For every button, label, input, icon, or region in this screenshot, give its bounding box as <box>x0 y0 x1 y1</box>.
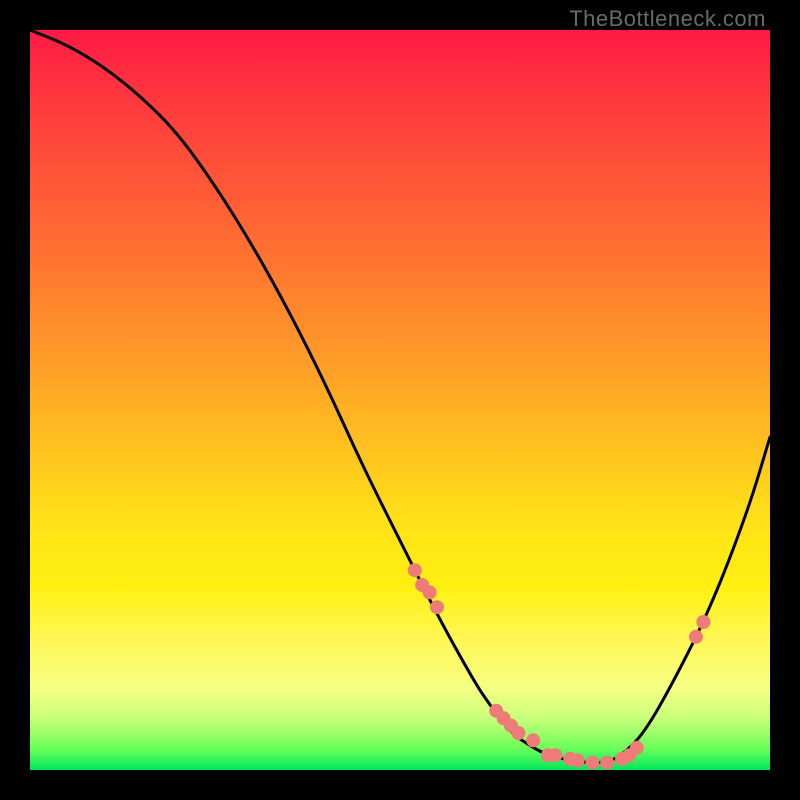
marker-point <box>423 585 437 599</box>
marker-point <box>630 741 644 755</box>
plot-area <box>30 30 770 770</box>
marker-point <box>408 563 422 577</box>
chart-frame: TheBottleneck.com <box>0 0 800 800</box>
marker-point <box>430 600 444 614</box>
marker-point <box>585 756 599 770</box>
marker-point <box>600 756 614 770</box>
bottleneck-curve <box>30 30 770 763</box>
marker-point <box>696 615 710 629</box>
marker-point <box>526 733 540 747</box>
watermark-text: TheBottleneck.com <box>569 6 766 32</box>
highlight-markers <box>408 563 711 769</box>
marker-point <box>571 753 585 767</box>
marker-point <box>689 630 703 644</box>
marker-point <box>511 726 525 740</box>
curve-layer <box>30 30 770 770</box>
marker-point <box>548 748 562 762</box>
